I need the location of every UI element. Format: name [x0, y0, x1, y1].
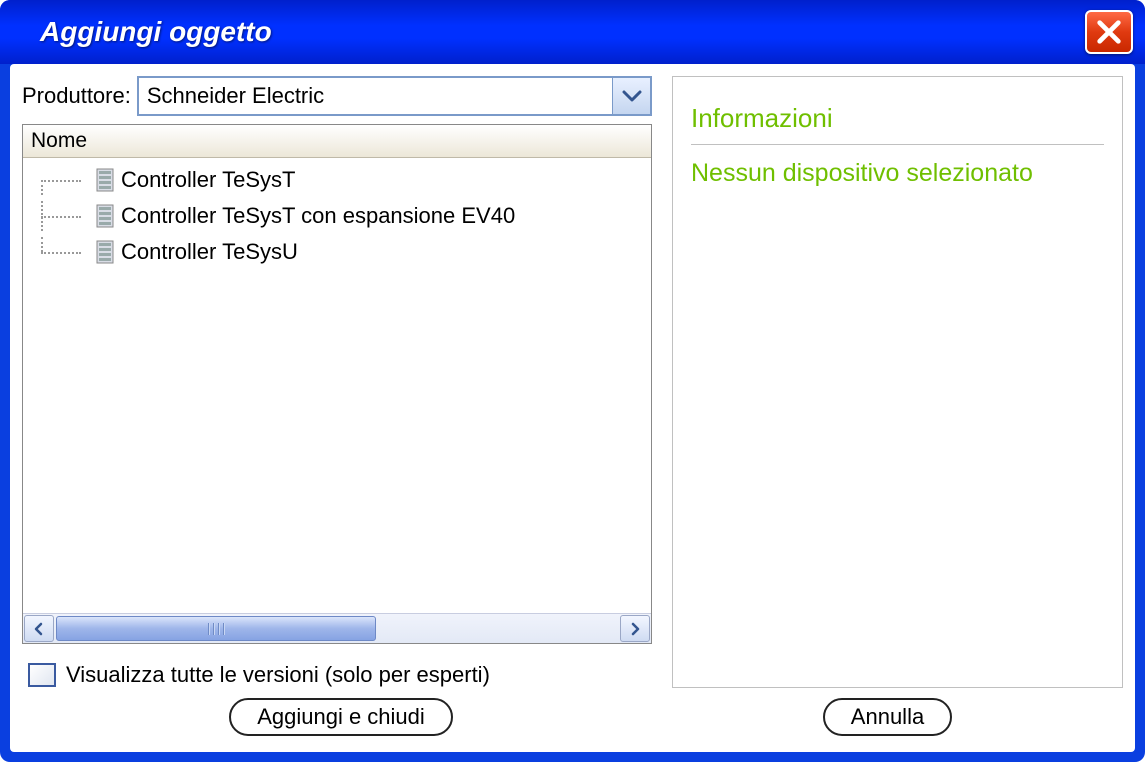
- scroll-left-button[interactable]: [24, 615, 54, 642]
- tree-item[interactable]: Controller TeSysT con espansione EV40: [23, 198, 651, 234]
- tree-item-label: Controller TeSysU: [121, 239, 298, 265]
- scrollbar-track[interactable]: [56, 616, 618, 641]
- close-button[interactable]: [1085, 10, 1133, 54]
- show-all-versions-checkbox[interactable]: [28, 663, 56, 687]
- tree-item-label: Controller TeSysT: [121, 167, 295, 193]
- show-all-versions-row: Visualizza tutte le versioni (solo per e…: [22, 662, 652, 688]
- tree-item[interactable]: Controller TeSysU: [23, 234, 651, 270]
- titlebar: Aggiungi oggetto: [0, 0, 1145, 64]
- tree-item-label: Controller TeSysT con espansione EV40: [121, 203, 515, 229]
- cancel-button[interactable]: Annulla: [823, 698, 952, 736]
- producer-select[interactable]: Schneider Electric: [137, 76, 652, 116]
- info-heading: Informazioni: [691, 103, 1104, 134]
- chevron-right-icon: [628, 622, 642, 636]
- horizontal-scrollbar[interactable]: [23, 613, 651, 643]
- close-icon: [1095, 18, 1123, 46]
- producer-row: Produttore: Schneider Electric: [22, 76, 652, 116]
- columns: Produttore: Schneider Electric Nome: [22, 76, 1123, 688]
- tree-connector: [33, 201, 89, 231]
- scrollbar-thumb[interactable]: [56, 616, 376, 641]
- tree-connector: [33, 237, 89, 267]
- dialog-body: Produttore: Schneider Electric Nome: [10, 64, 1135, 752]
- dialog-window: Aggiungi oggetto Produttore: Schneider E…: [0, 0, 1145, 762]
- add-and-close-button[interactable]: Aggiungi e chiudi: [229, 698, 453, 736]
- show-all-versions-label: Visualizza tutte le versioni (solo per e…: [66, 662, 490, 688]
- tree-column-header[interactable]: Nome: [23, 125, 651, 158]
- device-icon: [95, 168, 115, 192]
- chevron-left-icon: [32, 622, 46, 636]
- left-column: Produttore: Schneider Electric Nome: [22, 76, 652, 688]
- device-tree: Nome Controller TeSysT: [22, 124, 652, 644]
- button-row: Aggiungi e chiudi Annulla: [22, 698, 1123, 740]
- info-divider: [691, 144, 1104, 145]
- info-message: Nessun dispositivo selezionato: [691, 159, 1104, 188]
- info-panel: Informazioni Nessun dispositivo selezion…: [672, 76, 1123, 688]
- tree-body: Controller TeSysT Controller TeSysT con …: [23, 158, 651, 613]
- device-icon: [95, 240, 115, 264]
- device-icon: [95, 204, 115, 228]
- dropdown-button[interactable]: [612, 78, 650, 114]
- tree-item[interactable]: Controller TeSysT: [23, 162, 651, 198]
- producer-value: Schneider Electric: [147, 83, 324, 109]
- producer-label: Produttore:: [22, 83, 131, 109]
- tree-connector: [33, 165, 89, 195]
- chevron-down-icon: [622, 89, 642, 103]
- window-title: Aggiungi oggetto: [40, 16, 272, 48]
- scroll-right-button[interactable]: [620, 615, 650, 642]
